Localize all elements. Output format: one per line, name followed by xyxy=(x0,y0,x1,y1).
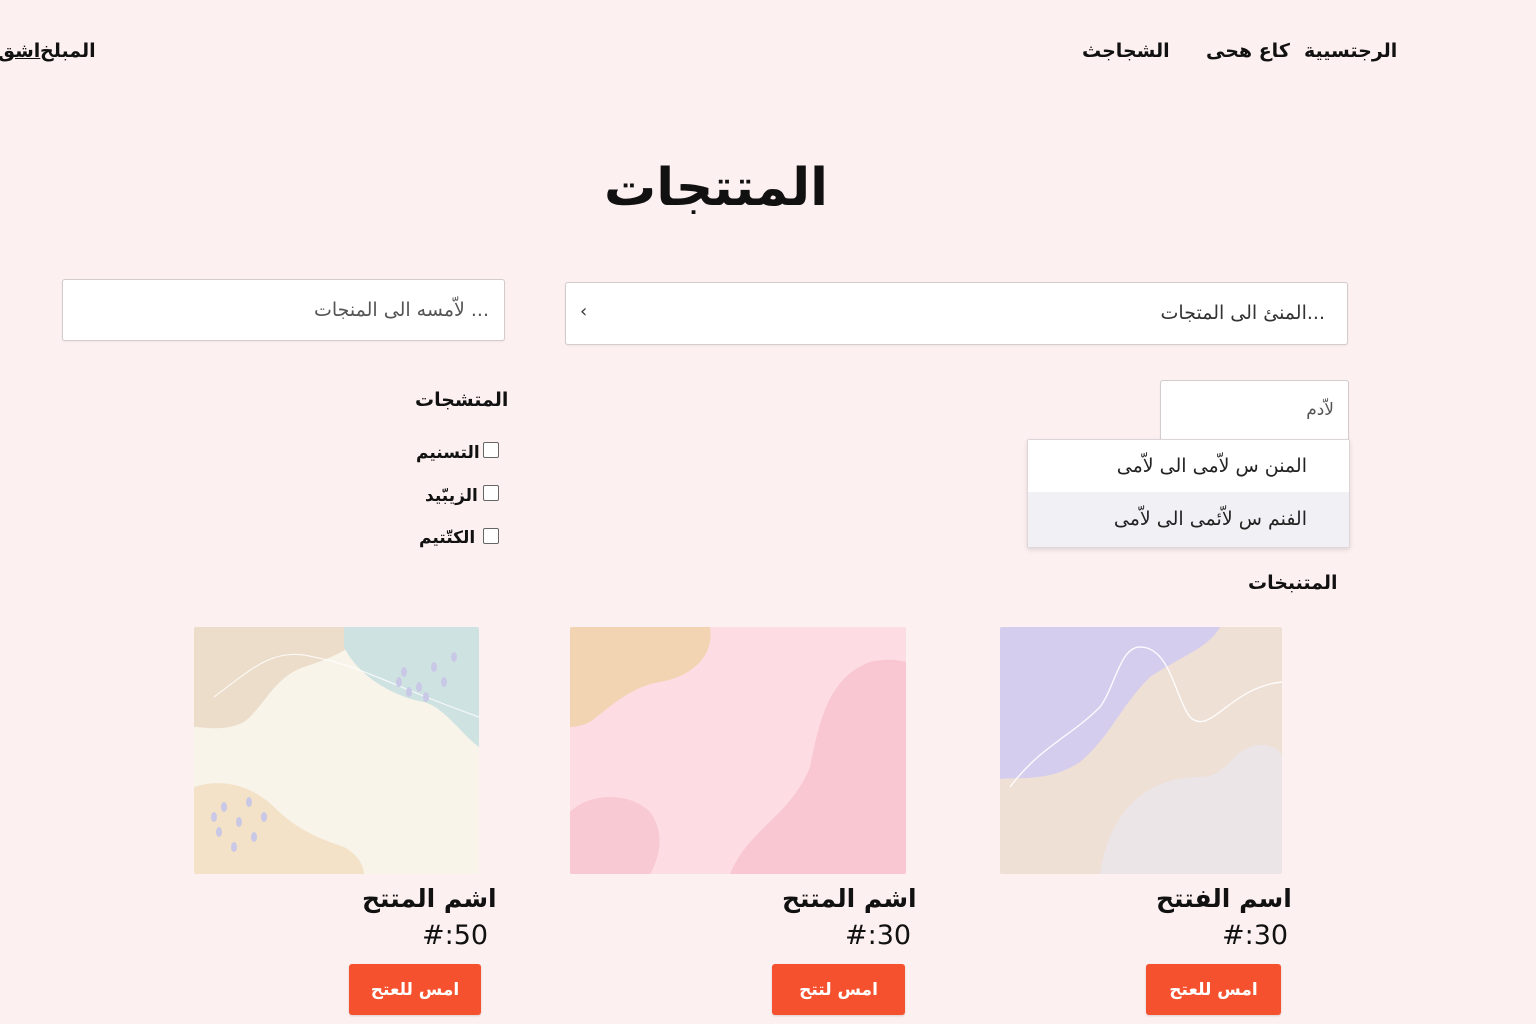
product-name: اسم الفتتح xyxy=(1156,884,1292,913)
chevron-left-icon: ‹ xyxy=(580,301,588,322)
buy-button[interactable]: امس للعتح xyxy=(1146,964,1281,1015)
sort-option-1-label: المنن س لاّمى الى لاّمى xyxy=(1116,455,1307,477)
secondary-search-input[interactable]: لاّمسه الى المنجات ... xyxy=(62,279,505,341)
sort-option-2-label: الفنم س لاّئمى الى لاّمى xyxy=(1113,508,1307,530)
filter-checkbox-2[interactable] xyxy=(483,485,499,501)
sort-input[interactable]: لاّدم xyxy=(1160,380,1349,442)
products-heading: المتنبخات xyxy=(1248,572,1338,594)
filter-label-2: الزيبّيد xyxy=(425,486,478,506)
product-price: #:30 xyxy=(845,920,912,951)
product-image[interactable] xyxy=(194,627,479,874)
filters-heading: المتشجات xyxy=(415,389,509,411)
product-image[interactable] xyxy=(1000,627,1282,874)
abstract-artwork xyxy=(570,627,906,874)
filter-checkbox-1[interactable] xyxy=(483,442,499,458)
sort-option-1[interactable]: المنن س لاّمى الى لاّمى xyxy=(1028,440,1349,492)
abstract-artwork xyxy=(194,627,479,874)
nav-link-2[interactable]: كاع هحى xyxy=(1206,40,1290,62)
filter-checkbox-3[interactable] xyxy=(483,528,499,544)
buy-button[interactable]: امس للعتح xyxy=(349,964,481,1015)
abstract-artwork xyxy=(1000,627,1282,874)
product-price: #:30 xyxy=(1222,920,1289,951)
sort-dropdown-menu: المنن س لاّمى الى لاّمى الفنم س لاّئمى ا… xyxy=(1027,439,1350,548)
product-name: اشم المتتح xyxy=(782,884,917,913)
secondary-search-placeholder: لاّمسه الى المنجات ... xyxy=(313,299,489,321)
filter-label-3: الكتّتيم xyxy=(419,528,476,548)
nav-link-cut[interactable]: اشق xyxy=(0,40,40,62)
page-title: المتتجات xyxy=(604,158,828,218)
buy-button[interactable]: امس لتتح xyxy=(772,964,905,1015)
main-search-input[interactable]: المنئ الى المتجات... ‹ xyxy=(565,282,1348,345)
sort-input-value: لاّدم xyxy=(1306,400,1334,420)
nav-link-3[interactable]: الشجاجث xyxy=(1082,40,1170,62)
product-image[interactable] xyxy=(570,627,906,874)
sort-option-2[interactable]: الفنم س لاّئمى الى لاّمى xyxy=(1028,492,1349,547)
nav-link-amount[interactable]: المبلخ xyxy=(40,40,96,62)
product-price: #:50 xyxy=(422,920,489,951)
nav-link-1[interactable]: الرجتسيية xyxy=(1304,40,1397,62)
main-search-value: المنئ الى المتجات... xyxy=(1160,302,1325,324)
filter-label-1: التسنيم xyxy=(416,443,480,463)
product-name: اشم المتتح xyxy=(362,884,497,913)
